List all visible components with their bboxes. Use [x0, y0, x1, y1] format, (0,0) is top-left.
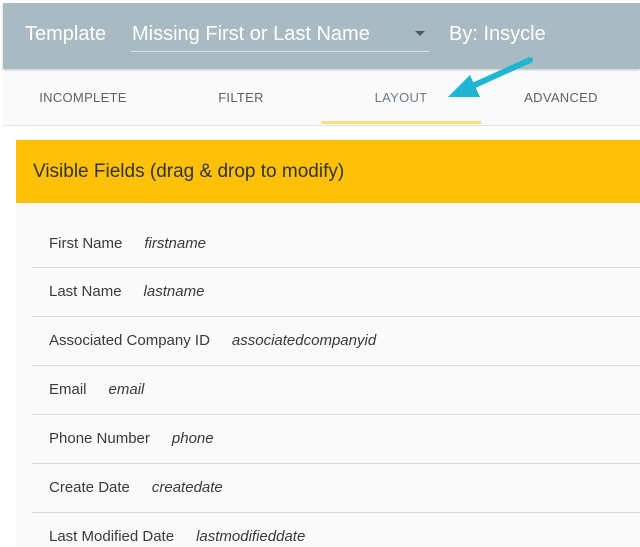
field-row-phone[interactable]: Phone Number phone: [32, 415, 640, 464]
layout-panel: Visible Fields (drag & drop to modify) F…: [16, 140, 640, 547]
field-label: Last Name: [49, 283, 122, 300]
visible-fields-title: Visible Fields (drag & drop to modify): [33, 161, 345, 182]
visible-fields-header: Visible Fields (drag & drop to modify): [16, 140, 640, 203]
field-key: createdate: [151, 479, 223, 496]
tab-incomplete[interactable]: INCOMPLETE: [3, 71, 163, 125]
field-label: Create Date: [49, 479, 130, 496]
field-label: Email: [49, 381, 87, 398]
field-key: firstname: [144, 235, 207, 252]
field-key: email: [108, 381, 145, 398]
tab-filter[interactable]: FILTER: [161, 71, 321, 125]
field-row-lastname[interactable]: Last Name lastname: [32, 268, 640, 317]
pointer-arrow-icon: [448, 57, 533, 97]
template-select[interactable]: Missing First or Last Name: [131, 17, 429, 52]
field-label: Phone Number: [49, 430, 150, 447]
field-key: associatedcompanyid: [231, 332, 377, 349]
visible-fields-list: First Name firstname Last Name lastname As…: [32, 220, 640, 547]
field-row-email[interactable]: Email email: [32, 366, 640, 415]
caret-down-icon: [415, 31, 425, 36]
active-tab-indicator: [321, 121, 481, 124]
field-label: Last Modified Date: [49, 528, 175, 545]
app-frame: Template Missing First or Last Name By: …: [0, 0, 640, 547]
field-key: lastname: [143, 283, 205, 300]
template-label: Template: [25, 23, 107, 45]
field-label: First Name: [49, 235, 123, 252]
field-label: Associated Company ID: [49, 332, 210, 349]
template-select-value: Missing First or Last Name: [132, 23, 370, 45]
field-row-createdate[interactable]: Create Date createdate: [32, 464, 640, 513]
template-author: By: Insycle: [449, 23, 546, 45]
field-key: lastmodifieddate: [196, 528, 306, 545]
field-row-firstname[interactable]: First Name firstname: [32, 220, 640, 268]
field-row-lastmodifieddate[interactable]: Last Modified Date lastmodifieddate: [32, 513, 640, 547]
field-row-associatedcompanyid[interactable]: Associated Company ID associatedcompanyid: [32, 317, 640, 366]
field-key: phone: [171, 430, 214, 447]
